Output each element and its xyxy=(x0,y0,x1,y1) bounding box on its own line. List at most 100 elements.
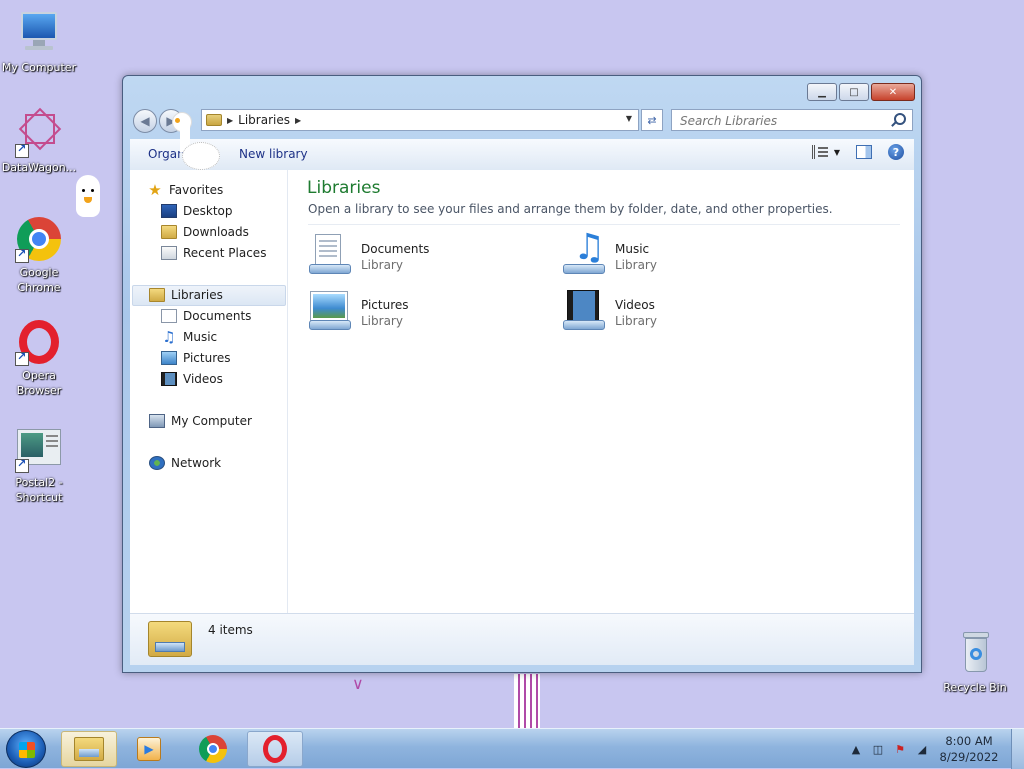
network-icon xyxy=(149,456,165,470)
nav-pictures[interactable]: Pictures xyxy=(161,348,231,368)
nav-libraries[interactable]: Libraries xyxy=(149,285,223,305)
volume-icon[interactable]: ◢ xyxy=(911,739,933,759)
goose-neck-icon xyxy=(514,674,540,728)
address-bar[interactable]: ▶ Libraries ▶ ▼ xyxy=(201,109,639,131)
nav-my-computer[interactable]: My Computer xyxy=(149,411,252,431)
library-type: Library xyxy=(361,314,403,328)
library-pictures[interactable]: Pictures Library xyxy=(307,288,537,336)
videos-library-icon xyxy=(561,288,607,332)
opera-icon xyxy=(263,735,287,763)
maximize-button[interactable]: □ xyxy=(839,83,869,101)
recent-places-icon xyxy=(161,246,177,260)
library-documents[interactable]: Documents Library xyxy=(307,232,537,280)
nav-label: Pictures xyxy=(183,351,231,365)
goose-footprint-icon: ∨ xyxy=(352,674,364,693)
shortcut-arrow-icon xyxy=(15,247,29,263)
close-button[interactable]: ✕ xyxy=(871,83,915,101)
nav-label: Videos xyxy=(183,372,223,386)
desktop-icon xyxy=(161,204,177,218)
change-view-button[interactable]: ▼ xyxy=(811,145,840,159)
desktop-icon-recycle-bin[interactable]: Recycle Bin xyxy=(937,630,1013,695)
help-icon[interactable]: ? xyxy=(888,144,904,160)
nav-music[interactable]: ♫ Music xyxy=(161,327,217,347)
clock[interactable]: 8:00 AM 8/29/2022 xyxy=(933,733,1005,765)
nav-label: Network xyxy=(171,456,222,470)
explorer-window: ▁ □ ✕ ◀ ▶ ▶ Libraries ▶ ▼ ⇄ Organize ▾ N… xyxy=(122,75,922,673)
back-button[interactable]: ◀ xyxy=(133,109,157,133)
breadcrumb-libraries[interactable]: Libraries xyxy=(238,113,290,127)
search-icon[interactable] xyxy=(894,113,906,125)
nav-videos[interactable]: Videos xyxy=(161,369,223,389)
desktop-icon-label: Google Chrome xyxy=(17,266,61,294)
nav-label: Documents xyxy=(183,309,252,323)
nav-label: My Computer xyxy=(171,414,252,428)
desktop-icon-postal2[interactable]: Postal2 - Shortcut xyxy=(1,425,77,505)
command-bar: Organize ▾ New library ▼ ? xyxy=(130,139,914,171)
library-type: Library xyxy=(615,314,657,328)
pictures-icon xyxy=(161,351,177,365)
navigation-pane: ★ Favorites Desktop Downloads Recent Pla… xyxy=(130,170,288,613)
desktop-icon-chrome[interactable]: Google Chrome xyxy=(1,215,77,295)
window-controls: ▁ □ ✕ xyxy=(807,83,915,101)
clock-time: 8:00 AM xyxy=(945,734,993,748)
nav-downloads[interactable]: Downloads xyxy=(161,222,249,242)
library-name: Pictures xyxy=(361,298,409,312)
pictures-library-icon xyxy=(307,288,353,332)
action-center-icon[interactable]: ⚑ xyxy=(889,739,911,759)
taskbar-media-player-button[interactable]: ▶ xyxy=(121,731,177,767)
minimize-button[interactable]: ▁ xyxy=(807,83,837,101)
library-videos[interactable]: Videos Library xyxy=(561,288,791,336)
search-box[interactable] xyxy=(671,109,913,131)
datawagon-icon xyxy=(15,107,63,158)
item-count: 4 items xyxy=(208,623,253,637)
nav-desktop[interactable]: Desktop xyxy=(161,201,233,221)
computer-icon xyxy=(15,10,63,58)
goose-icon xyxy=(76,175,100,217)
page-subtitle: Open a library to see your files and arr… xyxy=(308,202,833,216)
show-hidden-icons-button[interactable]: ▲ xyxy=(845,739,867,759)
music-library-icon: ♫ xyxy=(561,230,607,276)
start-button[interactable] xyxy=(6,730,46,768)
desktop-icon-label: Recycle Bin xyxy=(943,681,1007,694)
page-title: Libraries xyxy=(307,178,381,198)
downloads-folder-icon xyxy=(161,225,177,239)
navigation-row: ◀ ▶ ▶ Libraries ▶ ▼ ⇄ xyxy=(131,107,913,135)
library-type: Library xyxy=(615,258,657,272)
breadcrumb-chevron-icon[interactable]: ▶ xyxy=(295,116,301,125)
search-input[interactable] xyxy=(678,111,892,131)
main-panel: Libraries Open a library to see your fil… xyxy=(288,170,914,613)
taskbar-opera-button[interactable] xyxy=(247,731,303,767)
preview-pane-icon[interactable] xyxy=(856,145,872,159)
desktop-icon-datawagon[interactable]: DataWagon... xyxy=(1,107,77,175)
new-library-button[interactable]: New library xyxy=(239,147,308,161)
nav-label: Desktop xyxy=(183,204,233,218)
show-desktop-button[interactable] xyxy=(1011,729,1024,769)
library-music[interactable]: ♫ Music Library xyxy=(561,230,791,280)
nav-label: Recent Places xyxy=(183,246,267,260)
network-tray-icon[interactable]: ◫ xyxy=(867,739,889,759)
nav-documents[interactable]: Documents xyxy=(161,306,251,326)
nav-recent-places[interactable]: Recent Places xyxy=(161,243,266,263)
divider xyxy=(308,224,900,225)
videos-icon xyxy=(161,372,177,386)
library-name: Music xyxy=(615,242,650,256)
star-icon: ★ xyxy=(148,181,162,199)
postal2-icon xyxy=(15,425,63,473)
taskbar-chrome-button[interactable] xyxy=(185,731,241,767)
refresh-button[interactable]: ⇄ xyxy=(641,109,663,131)
desktop-icon-opera[interactable]: Opera Browser xyxy=(1,318,77,398)
nav-network[interactable]: Network xyxy=(149,453,221,473)
recycle-bin-icon xyxy=(951,630,999,678)
taskbar-explorer-button[interactable] xyxy=(61,731,117,767)
nav-label: Downloads xyxy=(183,225,249,239)
desktop-icon-my-computer[interactable]: My Computer xyxy=(1,10,77,75)
nav-favorites[interactable]: ★ Favorites xyxy=(147,180,223,200)
address-dropdown-icon[interactable]: ▼ xyxy=(626,114,632,123)
goose-icon xyxy=(168,112,224,172)
libraries-large-icon xyxy=(148,621,192,657)
documents-library-icon xyxy=(307,232,353,276)
system-tray: ▲ ◫ ⚑ ◢ 8:00 AM 8/29/2022 xyxy=(845,729,1024,769)
views-icon xyxy=(811,145,828,159)
views-dropdown-icon: ▼ xyxy=(833,147,840,157)
desktop-icon-label: DataWagon... xyxy=(1,161,77,174)
